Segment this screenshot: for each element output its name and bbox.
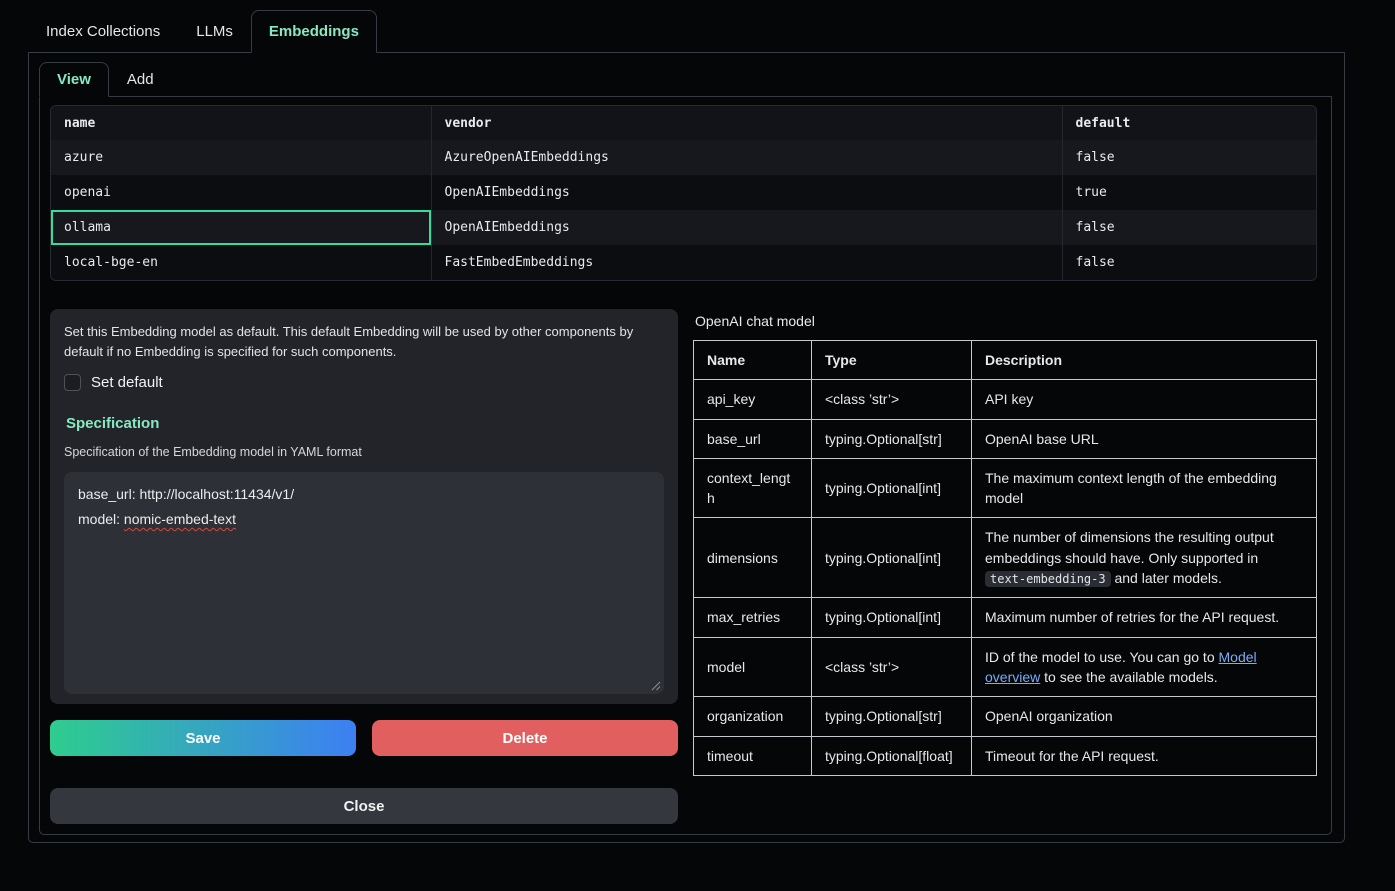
docs-cell-description: The maximum context length of the embedd…	[972, 458, 1317, 518]
docs-cell-type: typing.Optional[int]	[812, 458, 972, 518]
yaml-spec-input[interactable]: base_url: http://localhost:11434/v1/mode…	[64, 472, 664, 694]
col-header-vendor: vendor	[431, 106, 1062, 140]
embeddings-row-openai[interactable]: openaiOpenAIEmbeddingstrue	[51, 175, 1316, 210]
inline-code: text-embedding-3	[985, 571, 1111, 587]
docs-cell-type: typing.Optional[int]	[812, 518, 972, 598]
docs-row-api_key: api_key<class ’str’>API key	[694, 380, 1317, 419]
docs-cell-name: organization	[694, 697, 812, 736]
docs-cell-name: context_length	[694, 458, 812, 518]
docs-cell-type: typing.Optional[str]	[812, 419, 972, 458]
docs-col-header-description: Description	[972, 341, 1317, 380]
docs-table: Name Type Description api_key<class ’str…	[693, 340, 1317, 776]
view-tab-panel: name vendor default azureAzureOpenAIEmbe…	[39, 97, 1332, 835]
docs-cell-type: typing.Optional[int]	[812, 598, 972, 637]
docs-header-row: Name Type Description	[694, 341, 1317, 380]
cell-azure-default[interactable]: false	[1062, 140, 1316, 175]
docs-row-context_length: context_lengthtyping.Optional[int]The ma…	[694, 458, 1317, 518]
cell-local-bge-en-vendor[interactable]: FastEmbedEmbeddings	[431, 245, 1062, 280]
tab-index-collections[interactable]: Index Collections	[28, 10, 178, 52]
docs-cell-type: typing.Optional[float]	[812, 736, 972, 775]
docs-cell-name: timeout	[694, 736, 812, 775]
col-header-default: default	[1062, 106, 1316, 140]
docs-col-header-name: Name	[694, 341, 812, 380]
docs-row-organization: organizationtyping.Optional[str]OpenAI o…	[694, 697, 1317, 736]
docs-cell-description: Timeout for the API request.	[972, 736, 1317, 775]
cell-openai-vendor[interactable]: OpenAIEmbeddings	[431, 175, 1062, 210]
yaml-line: model: nomic-embed-text	[78, 507, 650, 532]
embeddings-row-azure[interactable]: azureAzureOpenAIEmbeddingsfalse	[51, 140, 1316, 175]
close-button[interactable]: Close	[50, 788, 678, 824]
yaml-line: base_url: http://localhost:11434/v1/	[78, 482, 650, 507]
app-root: Index Collections LLMs Embeddings View A…	[28, 10, 1345, 843]
tab-llms[interactable]: LLMs	[178, 10, 251, 52]
docs-cell-name: max_retries	[694, 598, 812, 637]
docs-column: OpenAI chat model Name Type Description …	[693, 309, 1317, 776]
specification-heading: Specification	[66, 415, 664, 432]
docs-row-timeout: timeouttyping.Optional[float]Timeout for…	[694, 736, 1317, 775]
save-button[interactable]: Save	[50, 720, 356, 756]
set-default-label: Set default	[91, 374, 163, 391]
embeddings-row-local-bge-en[interactable]: local-bge-enFastEmbedEmbeddingsfalse	[51, 245, 1316, 280]
model-overview-link[interactable]: Model overview	[985, 649, 1257, 685]
col-header-name: name	[51, 106, 431, 140]
docs-cell-name: dimensions	[694, 518, 812, 598]
docs-cell-name: api_key	[694, 380, 812, 419]
cell-azure-name[interactable]: azure	[51, 140, 431, 175]
docs-row-model: model<class ’str’>ID of the model to use…	[694, 637, 1317, 697]
cell-openai-name[interactable]: openai	[51, 175, 431, 210]
embeddings-row-ollama[interactable]: ollamaOpenAIEmbeddingsfalse	[51, 210, 1316, 245]
docs-row-max_retries: max_retriestyping.Optional[int]Maximum n…	[694, 598, 1317, 637]
embeddings-table: name vendor default azureAzureOpenAIEmbe…	[51, 106, 1316, 280]
cell-local-bge-en-default[interactable]: false	[1062, 245, 1316, 280]
docs-title: OpenAI chat model	[695, 313, 1317, 329]
config-column: Set this Embedding model as default. Thi…	[50, 309, 678, 824]
docs-cell-description: OpenAI organization	[972, 697, 1317, 736]
docs-cell-description: ID of the model to use. You can go to Mo…	[972, 637, 1317, 697]
cell-ollama-vendor[interactable]: OpenAIEmbeddings	[431, 210, 1062, 245]
docs-row-base_url: base_urltyping.Optional[str]OpenAI base …	[694, 419, 1317, 458]
docs-row-dimensions: dimensionstyping.Optional[int]The number…	[694, 518, 1317, 598]
set-default-info-text: Set this Embedding model as default. Thi…	[64, 322, 664, 361]
docs-cell-description: The number of dimensions the resulting o…	[972, 518, 1317, 598]
docs-cell-name: model	[694, 637, 812, 697]
cell-ollama-default[interactable]: false	[1062, 210, 1316, 245]
subtab-view[interactable]: View	[39, 62, 109, 97]
docs-cell-description: Maximum number of retries for the API re…	[972, 598, 1317, 637]
set-default-row: Set default	[64, 374, 664, 391]
docs-cell-type: <class ’str’>	[812, 380, 972, 419]
docs-cell-type: <class ’str’>	[812, 637, 972, 697]
specification-caption: Specification of the Embedding model in …	[64, 445, 664, 459]
docs-cell-name: base_url	[694, 419, 812, 458]
delete-button[interactable]: Delete	[372, 720, 678, 756]
subtab-add[interactable]: Add	[109, 62, 172, 96]
cell-openai-default[interactable]: true	[1062, 175, 1316, 210]
docs-col-header-type: Type	[812, 341, 972, 380]
main-tabbar: Index Collections LLMs Embeddings	[28, 10, 1345, 53]
sub-tabbar: View Add	[39, 62, 1332, 97]
embeddings-table-card: name vendor default azureAzureOpenAIEmbe…	[50, 105, 1317, 281]
set-default-checkbox[interactable]	[64, 374, 81, 391]
embeddings-table-header-row: name vendor default	[51, 106, 1316, 140]
embeddings-tab-panel: View Add name vendor default azureAzureO…	[28, 53, 1345, 843]
cell-local-bge-en-name[interactable]: local-bge-en	[51, 245, 431, 280]
docs-cell-description: OpenAI base URL	[972, 419, 1317, 458]
misspelled-text: nomic-embed-text	[124, 511, 236, 527]
cell-ollama-name[interactable]: ollama	[51, 210, 431, 245]
cell-azure-vendor[interactable]: AzureOpenAIEmbeddings	[431, 140, 1062, 175]
default-config-panel: Set this Embedding model as default. Thi…	[50, 309, 678, 704]
docs-cell-description: API key	[972, 380, 1317, 419]
action-buttons-row: Save Delete	[50, 720, 678, 756]
resize-handle-icon[interactable]	[651, 681, 661, 691]
docs-cell-type: typing.Optional[str]	[812, 697, 972, 736]
tab-embeddings[interactable]: Embeddings	[251, 10, 377, 53]
